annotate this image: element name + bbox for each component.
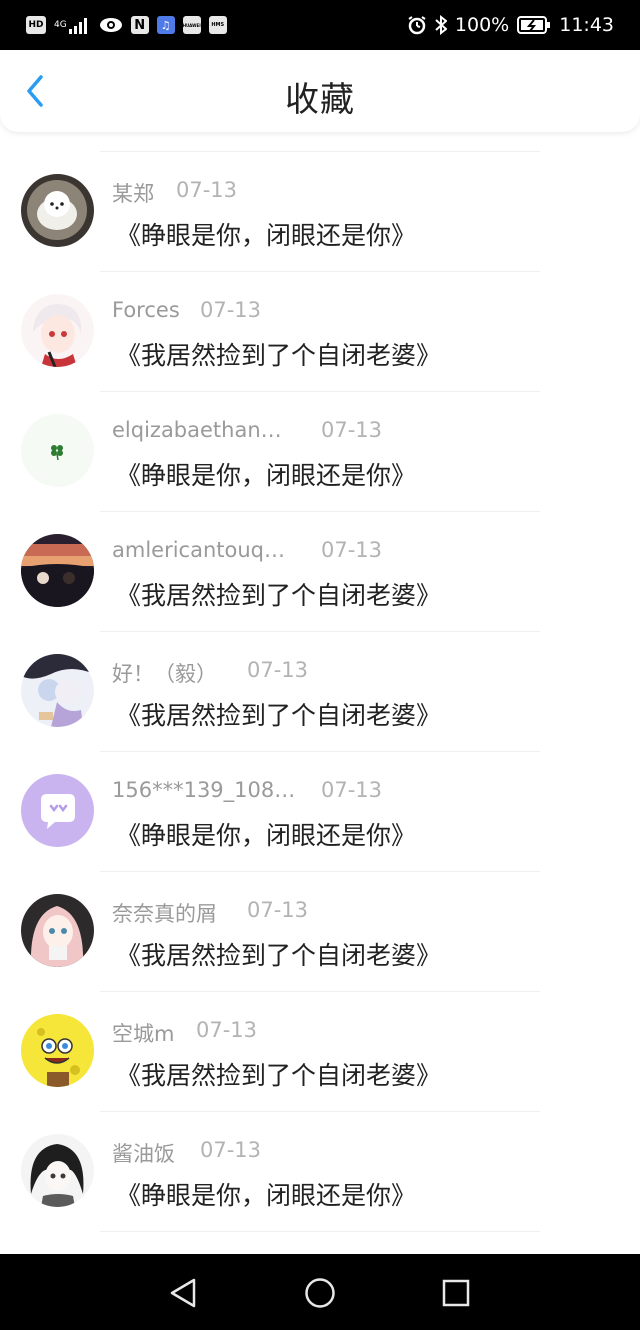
list-item[interactable]: 好！（毅） 07-13 《我居然捡到了个自闭老婆》 [0,612,640,752]
avatar[interactable] [21,294,94,367]
battery-percent: 100% [454,14,510,36]
page-title: 收藏 [285,80,355,120]
recents-square-icon [442,1279,470,1307]
date: 07-13 [176,178,238,202]
username[interactable]: amlericantouq… [112,538,285,562]
book-title[interactable]: 《我居然捡到了个自闭老婆》 [116,936,441,972]
dark-hair-avatar-icon [21,1134,94,1207]
list-item[interactable]: 酱油饭 07-13 《睁眼是你，闭眼还是你》 [0,1092,640,1232]
username[interactable]: 酱油饭 [112,1138,175,1168]
nav-home-button[interactable] [303,1276,337,1310]
avatar[interactable] [21,774,94,847]
date: 07-13 [321,538,383,562]
divider [100,1231,540,1232]
username[interactable]: Forces [112,298,180,322]
date: 07-13 [321,418,383,442]
bluetooth-icon [435,15,447,35]
hms-app-icon: HMS [208,16,227,34]
book-title[interactable]: 《我居然捡到了个自闭老婆》 [116,336,441,372]
book-title[interactable]: 《睁眼是你，闭眼还是你》 [116,456,416,492]
avatar[interactable] [21,1014,94,1087]
spongebob-avatar-icon [21,1014,94,1087]
book-title[interactable]: 《我居然捡到了个自闭老婆》 [116,696,441,732]
date: 07-13 [196,1018,258,1042]
list-item[interactable]: Forces 07-13 《我居然捡到了个自闭老婆》 [0,252,640,392]
list-item[interactable]: 奈奈真的屑 07-13 《我居然捡到了个自闭老婆》 [0,852,640,992]
username[interactable]: 某郑 [112,178,154,208]
white-dog-avatar-icon [21,174,94,247]
clover-avatar-icon [21,414,94,487]
nfc-icon: N [130,16,149,34]
clock: 11:43 [559,14,614,36]
date: 07-13 [200,1138,262,1162]
date: 07-13 [200,298,262,322]
pink-hair-avatar-icon [21,894,94,967]
list-item[interactable]: 空城m 07-13 《我居然捡到了个自闭老婆》 [0,972,640,1112]
car-sunset-avatar-icon [21,534,94,607]
list-item[interactable]: amlericantouq… 07-13 《我居然捡到了个自闭老婆》 [0,492,640,632]
username[interactable]: 奈奈真的屑 [112,898,217,928]
hd-badge: HD [26,16,46,34]
list-item[interactable]: elqizabaethan… 07-13 《睁眼是你，闭眼还是你》 [0,372,640,512]
avatar[interactable] [21,534,94,607]
username[interactable]: 空城m [112,1018,174,1048]
header: 收藏 [0,50,640,132]
date: 07-13 [247,658,309,682]
avatar[interactable] [21,654,94,727]
username[interactable]: 156***139_108… [112,778,295,802]
date: 07-13 [321,778,383,802]
alarm-icon [407,15,427,35]
chat-bubble-avatar-icon [21,774,94,847]
status-bar-right: 100% 11:43 [407,14,614,36]
avatar[interactable] [21,894,94,967]
book-title[interactable]: 《我居然捡到了个自闭老婆》 [116,576,441,612]
book-title[interactable]: 《睁眼是你，闭眼还是你》 [116,816,416,852]
status-bar: HD 4G N ♫ HUAWEI HMS 100% 11:43 [0,0,640,50]
music-app-icon: ♫ [156,16,175,34]
book-title[interactable]: 《睁眼是你，闭眼还是你》 [116,1176,416,1212]
username[interactable]: 好！（毅） [112,658,217,688]
battery-charging-icon [517,15,551,35]
avatar[interactable] [21,414,94,487]
home-circle-icon [305,1278,335,1308]
signal-icon: 4G [54,15,91,35]
status-bar-left: HD 4G N ♫ HUAWEI HMS [26,15,227,35]
username[interactable]: elqizabaethan… [112,418,282,442]
list-item[interactable]: 某郑 07-13 《睁眼是你，闭眼还是你》 [0,132,640,272]
nav-back-button[interactable] [166,1276,200,1310]
book-title[interactable]: 《我居然捡到了个自闭老婆》 [116,1056,441,1092]
network-type-label: 4G [54,20,67,30]
book-title[interactable]: 《睁眼是你，闭眼还是你》 [116,216,416,252]
eye-icon [99,15,123,35]
avatar[interactable] [21,1134,94,1207]
back-triangle-icon [170,1278,196,1308]
huawei-app-icon: HUAWEI [183,16,201,34]
date: 07-13 [247,898,309,922]
navigation-bar [0,1254,640,1330]
list-item[interactable]: 156***139_108… 07-13 《睁眼是你，闭眼还是你》 [0,732,640,872]
favorites-list[interactable]: 某郑 07-13 《睁眼是你，闭眼还是你》 Forces 07-13 《我居然捡… [0,132,640,1254]
anime-girl-avatar-icon [21,294,94,367]
avatar[interactable] [21,174,94,247]
nav-recents-button[interactable] [439,1276,473,1310]
anime-couple-avatar-icon [21,654,94,727]
